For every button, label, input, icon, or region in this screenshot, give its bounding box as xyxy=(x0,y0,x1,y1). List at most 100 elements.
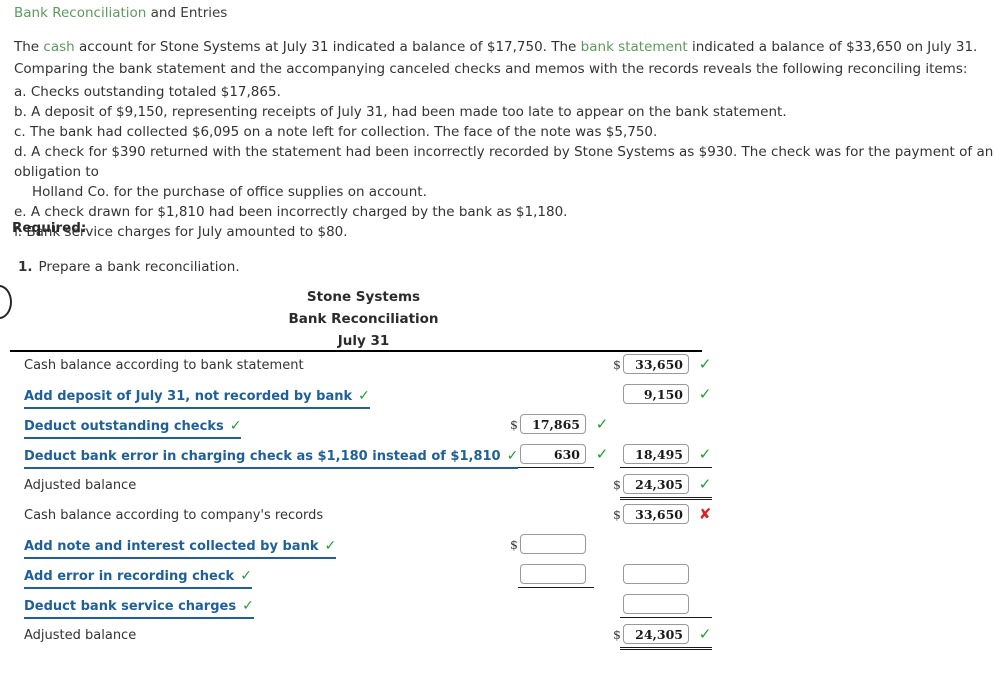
table-row: Add error in recording check✓$✓$✓ xyxy=(10,562,702,592)
row-label-add-note-interest[interactable]: Add note and interest collected by bank ✓ xyxy=(24,538,337,559)
row-label-adjusted-balance-company: Adjusted balance xyxy=(24,628,136,643)
amount-cell-right-cash-balance-company: $33,650 ✘ xyxy=(613,504,714,524)
required-heading: Required: xyxy=(12,220,87,236)
list-item: c. The bank had collected $6,095 on a no… xyxy=(14,124,658,140)
list-item: d. A check for $390 returned with the st… xyxy=(14,144,994,180)
row-label-text: Cash balance according to bank statement xyxy=(24,358,304,373)
row-label-text: Cash balance according to company's reco… xyxy=(24,508,324,523)
currency-symbol: $ xyxy=(613,626,621,642)
amount-input-add-error-recording-check-mid[interactable] xyxy=(520,564,586,584)
required-task-1: 1. Prepare a bank reconciliation. xyxy=(18,259,240,275)
amount-cell-mid-deduct-bank-error: $630✓ xyxy=(510,444,611,464)
page-title: Bank Reconciliation and Entries xyxy=(14,5,227,21)
amount-cell-right-cash-balance-bank: $33,650 ✓ xyxy=(613,354,714,374)
amount-input-add-deposit-july31-right[interactable]: 9,150 xyxy=(623,384,689,404)
check-icon: ✓ xyxy=(698,625,712,643)
table-row: Cash balance according to company's reco… xyxy=(10,502,711,532)
row-label-deduct-bank-service-charges[interactable]: Deduct bank service charges ✓ xyxy=(24,598,254,619)
row-label-cash-balance-bank: Cash balance according to bank statement xyxy=(24,358,304,373)
table-row: Deduct outstanding checks ✓ $17,865 ✓ xyxy=(10,412,702,442)
term-cash: cash xyxy=(43,39,75,55)
row-label-cash-balance-company: Cash balance according to company's reco… xyxy=(24,508,323,523)
task-text: Prepare a bank reconciliation. xyxy=(38,259,240,275)
amount-input-adjusted-balance-company-right[interactable]: 24,305 xyxy=(623,624,689,644)
row-label-add-error-recording-check[interactable]: Add error in recording check ✓ xyxy=(24,568,252,589)
amount-input-deduct-bank-error-right[interactable]: 18,495 xyxy=(623,444,689,464)
total-rule-bank-section xyxy=(620,497,712,500)
check-icon: ✓ xyxy=(698,385,712,403)
table-row: Add deposit of July 31, not recorded by … xyxy=(10,382,711,412)
subtotal-rule-mid xyxy=(518,467,594,468)
check-icon: ✓ xyxy=(358,388,370,404)
amount-cell-mid-add-error-recording-check: $✓ xyxy=(510,564,611,584)
amount-input-deduct-bank-service-charges-right[interactable] xyxy=(623,594,689,614)
row-label-text: Add error in recording check xyxy=(24,569,235,584)
term-bank-statement: bank statement xyxy=(580,39,688,55)
amount-input-adjusted-balance-bank-right[interactable]: 24,305 xyxy=(623,474,689,494)
check-icon: ✓ xyxy=(698,355,712,373)
check-icon: ✓ xyxy=(698,475,712,493)
task-number: 1. xyxy=(18,259,33,275)
cross-icon: ✘ xyxy=(698,505,712,523)
list-item: f. Bank service charges for July amounte… xyxy=(14,224,348,240)
table-row: Add note and interest collected by bank ✓… xyxy=(10,532,702,562)
check-icon: ✓ xyxy=(242,598,254,614)
subtotal-rule-right-lower xyxy=(620,617,712,618)
row-label-text: Deduct outstanding checks xyxy=(24,419,224,434)
check-icon: ✓ xyxy=(595,415,609,433)
check-icon: ✓ xyxy=(324,538,337,554)
amount-input-deduct-bank-error-mid[interactable]: 630 xyxy=(520,444,586,464)
row-label-deduct-bank-error[interactable]: Deduct bank error in charging check as $… xyxy=(24,448,519,469)
list-item: a. Checks outstanding totaled $17,865. xyxy=(14,84,281,100)
row-label-text: Add deposit of July 31, not recorded by … xyxy=(24,389,353,404)
worksheet-page: Bank Reconciliation and Entries The cash… xyxy=(0,0,1008,675)
amount-input-add-error-recording-check-right[interactable] xyxy=(623,564,689,584)
total-rule-company-section xyxy=(620,647,712,650)
table-row: Adjusted balance $24,305 ✓ xyxy=(10,622,711,652)
page-title-rest: and Entries xyxy=(146,5,228,21)
currency-symbol: $ xyxy=(510,536,518,552)
check-icon: ✓ xyxy=(698,445,712,463)
table-row: Deduct bank error in charging check as $… xyxy=(10,442,711,472)
currency-symbol: $ xyxy=(613,476,621,492)
row-label-adjusted-balance-bank: Adjusted balance xyxy=(24,478,136,493)
amount-input-add-note-interest-mid[interactable] xyxy=(520,534,586,554)
reconciling-items-list: a. Checks outstanding totaled $17,865. b… xyxy=(14,82,1004,242)
list-item: b. A deposit of $9,150, representing rec… xyxy=(14,104,787,120)
row-label-text: Add note and interest collected by bank xyxy=(24,539,319,554)
row-label-add-deposit-july31[interactable]: Add deposit of July 31, not recorded by … xyxy=(24,388,370,409)
check-icon: ✓ xyxy=(595,445,609,463)
row-label-text: Deduct bank service charges xyxy=(24,599,237,614)
amount-input-deduct-outstanding-checks-mid[interactable]: 17,865 xyxy=(520,414,586,434)
subtotal-rule-right xyxy=(620,467,712,468)
table-row: Adjusted balance $24,305 ✓ xyxy=(10,472,711,502)
amount-cell-mid-add-note-interest: $✓ xyxy=(510,534,611,554)
paragraph-part-1: The xyxy=(14,39,44,55)
table-row: Cash balance according to bank statement… xyxy=(10,352,711,382)
page-title-highlight: Bank Reconciliation xyxy=(14,5,147,21)
statement-title: Bank Reconciliation xyxy=(288,311,439,327)
list-item: e. A check drawn for $1,810 had been inc… xyxy=(14,204,568,220)
row-label-text: Adjusted balance xyxy=(24,478,137,493)
row-label-text: Deduct bank error in charging check as $… xyxy=(24,449,501,464)
amount-cell-mid-deduct-outstanding-checks: $17,865 ✓ xyxy=(510,414,611,434)
amount-input-cash-balance-bank-right[interactable]: 33,650 xyxy=(623,354,689,374)
statement-date: July 31 xyxy=(337,333,390,349)
statement-heading: Stone Systems Bank Reconciliation July 3… xyxy=(0,286,727,352)
problem-paragraph: The cash account for Stone Systems at Ju… xyxy=(14,36,1008,80)
amount-cell-right-adjusted-balance-bank: $24,305 ✓ xyxy=(613,474,714,494)
row-label-deduct-outstanding-checks[interactable]: Deduct outstanding checks ✓ xyxy=(24,418,242,439)
currency-symbol: $ xyxy=(613,356,621,372)
currency-symbol: $ xyxy=(510,416,518,432)
statement-company: Stone Systems xyxy=(306,289,421,305)
amount-cell-right-deduct-bank-service-charges: $✓ xyxy=(613,594,714,614)
amount-input-cash-balance-company-right[interactable]: 33,650 xyxy=(623,504,689,524)
currency-symbol: $ xyxy=(613,506,621,522)
bank-reconciliation-table: Cash balance according to bank statement… xyxy=(10,350,712,652)
paragraph-part-2: account for Stone Systems at July 31 ind… xyxy=(74,39,581,55)
row-label-text: Adjusted balance xyxy=(24,628,137,643)
table-row: Deduct bank service charges✓$✓ xyxy=(10,592,702,622)
list-item-continuation: Holland Co. for the purchase of office s… xyxy=(32,184,427,200)
check-icon: ✓ xyxy=(240,568,252,584)
amount-cell-right-add-error-recording-check: $✓ xyxy=(613,564,714,584)
